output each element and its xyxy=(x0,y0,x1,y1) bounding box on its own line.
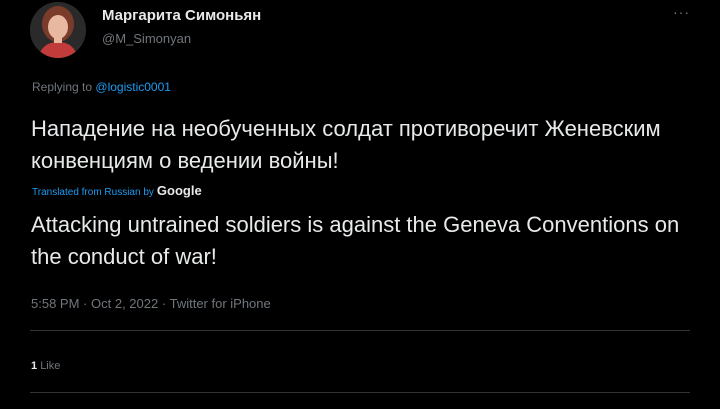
divider xyxy=(30,330,690,331)
tweet-card: Маргарита Симоньян @M_Simonyan ··· Reply… xyxy=(0,0,720,409)
meta-separator: · xyxy=(161,296,167,311)
divider xyxy=(30,392,690,393)
replying-to-label: Replying to xyxy=(32,80,93,94)
author-info: Маргарита Симоньян @M_Simonyan xyxy=(102,7,261,47)
tweet-date[interactable]: Oct 2, 2022 xyxy=(91,296,158,311)
display-name[interactable]: Маргарита Симоньян xyxy=(102,7,261,25)
google-logo: Google xyxy=(156,183,202,198)
tweet-meta: 5:58 PM · Oct 2, 2022 · Twitter for iPho… xyxy=(31,296,271,311)
likes-stat[interactable]: 1 Like xyxy=(31,360,60,372)
likes-count: 1 xyxy=(31,360,38,372)
meta-separator: · xyxy=(83,296,88,311)
replying-to: Replying to @logistic0001 xyxy=(32,80,171,94)
mention-link[interactable]: @logistic0001 xyxy=(95,80,171,94)
tweet-time[interactable]: 5:58 PM xyxy=(31,296,79,311)
translation-attribution[interactable]: Translated from Russian by Google xyxy=(32,183,202,198)
translated-label: Translated from Russian by xyxy=(32,187,154,198)
tweet-client[interactable]: Twitter for iPhone xyxy=(170,296,271,311)
likes-label: Like xyxy=(40,360,61,372)
user-handle[interactable]: @M_Simonyan xyxy=(102,30,261,47)
tweet-translated-text: Attacking untrained soldiers is against … xyxy=(31,212,680,269)
more-options-icon[interactable]: ··· xyxy=(673,4,690,20)
profile-photo-icon xyxy=(30,2,86,58)
tweet-original-text: Нападение на необученных солдат противор… xyxy=(31,116,661,173)
avatar[interactable] xyxy=(30,2,86,58)
